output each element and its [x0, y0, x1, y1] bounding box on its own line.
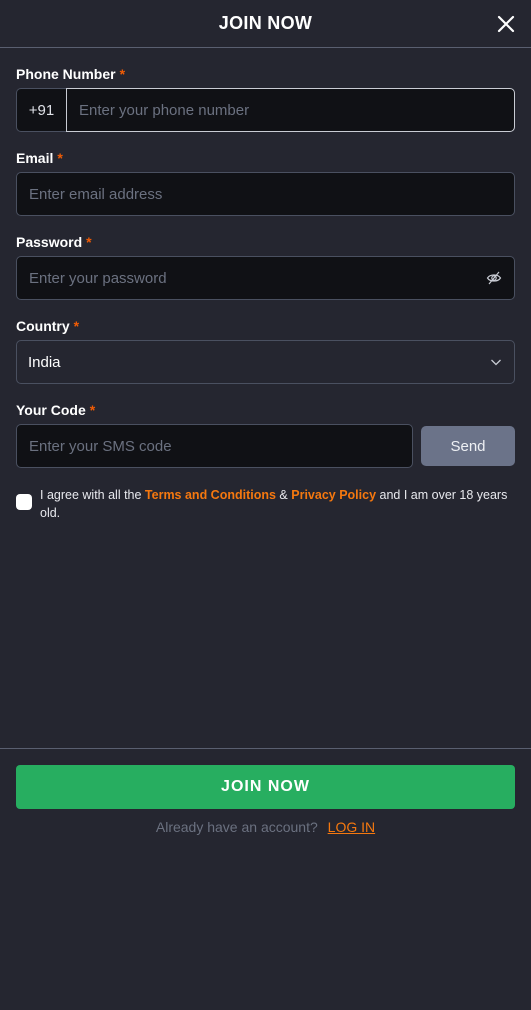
- eye-off-icon[interactable]: [486, 270, 502, 286]
- password-field[interactable]: Enter your password: [16, 256, 515, 300]
- login-link[interactable]: LOG IN: [328, 819, 375, 835]
- phone-input[interactable]: Enter your phone number: [66, 88, 515, 132]
- email-input[interactable]: Enter email address: [16, 172, 515, 216]
- required-marker: *: [57, 150, 63, 166]
- country-selected-value: India: [28, 353, 61, 371]
- country-code-prefix[interactable]: +91: [16, 88, 66, 132]
- sms-code-input[interactable]: Enter your SMS code: [16, 424, 413, 468]
- code-label: Your Code *: [16, 402, 96, 418]
- login-prompt: Already have an account?: [155, 819, 318, 835]
- footer-divider: [0, 748, 531, 749]
- password-input[interactable]: Enter your password: [29, 270, 167, 287]
- country-select[interactable]: India: [16, 340, 515, 384]
- email-label: Email *: [16, 150, 63, 166]
- modal-header: JOIN NOW: [0, 0, 531, 48]
- login-prompt-row: Already have an account? LOG IN: [0, 819, 531, 835]
- modal-title: JOIN NOW: [218, 13, 313, 33]
- join-now-button[interactable]: JOIN NOW: [16, 765, 515, 809]
- required-marker: *: [119, 66, 126, 82]
- required-marker: *: [73, 318, 80, 334]
- phone-label: Phone Number *: [16, 66, 126, 82]
- required-marker: *: [86, 234, 92, 250]
- terms-link[interactable]: Terms and Conditions: [145, 488, 276, 502]
- password-label: Password *: [16, 234, 92, 250]
- phone-field-group: +91 Enter your phone number: [16, 88, 515, 132]
- required-marker: *: [89, 402, 96, 418]
- code-row: Enter your SMS code Send: [16, 424, 515, 468]
- signup-form: Phone Number * +91 Enter your phone numbe…: [0, 66, 531, 522]
- chevron-down-icon: [491, 359, 501, 366]
- privacy-link[interactable]: Privacy Policy: [291, 488, 376, 502]
- terms-agreement: I agree with all the Terms and Condition…: [16, 486, 515, 522]
- agreement-text: I agree with all the Terms and Condition…: [40, 488, 508, 520]
- close-icon[interactable]: [495, 13, 517, 35]
- country-label: Country *: [16, 318, 80, 334]
- agree-checkbox[interactable]: [16, 494, 32, 510]
- send-code-button[interactable]: Send: [421, 426, 515, 466]
